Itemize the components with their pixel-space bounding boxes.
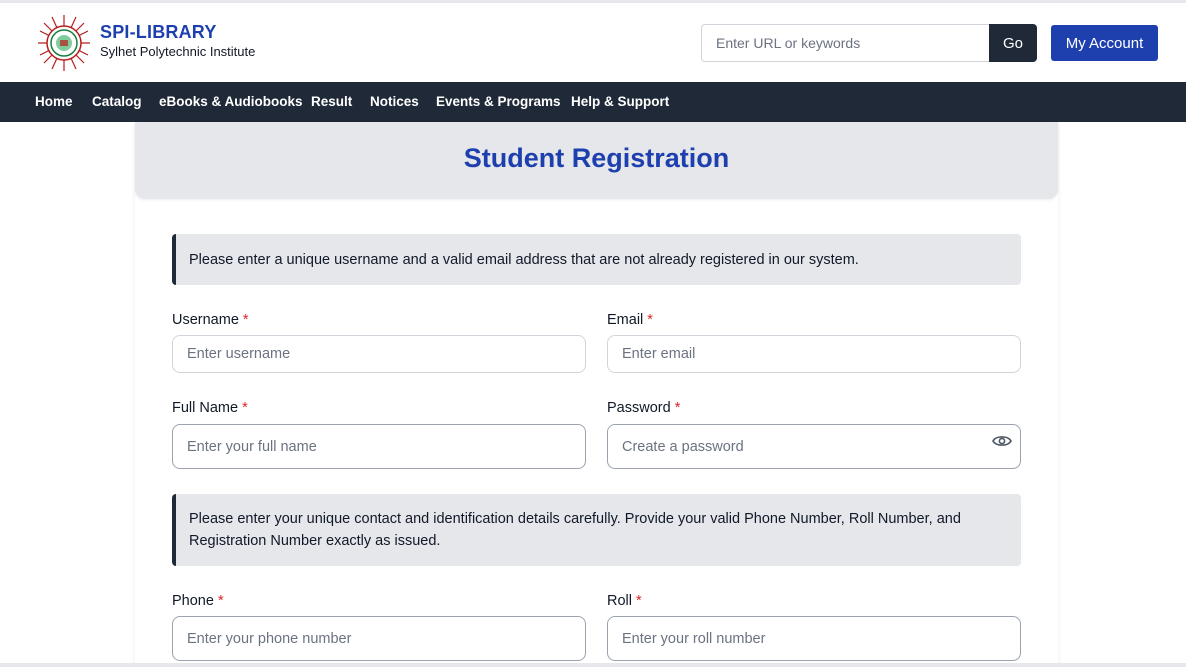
site-header: SPI-LIBRARY Sylhet Polytechnic Institute… — [0, 3, 1186, 82]
full-name-input[interactable] — [172, 424, 586, 469]
phone-label: Phone * — [172, 593, 224, 609]
registration-card — [135, 122, 1058, 667]
required-mark: * — [242, 400, 248, 416]
notice-text: Please enter your unique contact and ide… — [189, 511, 961, 549]
go-button[interactable]: Go — [989, 24, 1037, 62]
notice-text: Please enter a unique username and a val… — [189, 251, 859, 268]
roll-input[interactable] — [607, 616, 1021, 661]
brand-subtitle: Sylhet Polytechnic Institute — [100, 44, 256, 59]
username-label: Username * — [172, 312, 249, 328]
page-title: Student Registration — [463, 143, 730, 173]
nav-item-catalog[interactable]: Catalog — [92, 82, 142, 122]
nav-item-ebooks-audiobooks[interactable]: eBooks & Audiobooks — [159, 82, 303, 122]
eye-icon[interactable] — [992, 433, 1012, 449]
nav-item-events-programs[interactable]: Events & Programs — [436, 82, 561, 122]
search-input[interactable] — [701, 24, 990, 62]
contact-id-notice: Please enter your unique contact and ide… — [172, 494, 1021, 566]
nav-item-help-support[interactable]: Help & Support — [571, 82, 669, 122]
email-input[interactable] — [607, 335, 1021, 373]
username-input[interactable] — [172, 335, 586, 373]
required-mark: * — [242, 312, 249, 328]
nav-item-home[interactable]: Home — [35, 82, 73, 122]
required-mark: * — [636, 593, 642, 609]
nav-item-result[interactable]: Result — [311, 82, 352, 122]
bottom-border — [0, 663, 1186, 667]
my-account-button[interactable]: My Account — [1051, 25, 1158, 61]
required-mark: * — [674, 400, 681, 416]
required-mark: * — [647, 312, 653, 328]
roll-label: Roll * — [607, 593, 642, 609]
nav-item-notices[interactable]: Notices — [370, 82, 419, 122]
brand-title[interactable]: SPI-LIBRARY — [100, 22, 217, 43]
password-label: Password * — [607, 400, 681, 416]
main-nav: Home Catalog eBooks & Audiobooks Result … — [0, 82, 1186, 122]
full-name-label: Full Name * — [172, 400, 248, 416]
username-email-notice: Please enter a unique username and a val… — [172, 234, 1021, 285]
required-mark: * — [217, 593, 224, 609]
institute-seal-icon — [38, 15, 90, 71]
email-label: Email * — [607, 312, 653, 328]
phone-input[interactable] — [172, 616, 586, 661]
password-input[interactable] — [607, 424, 1021, 469]
